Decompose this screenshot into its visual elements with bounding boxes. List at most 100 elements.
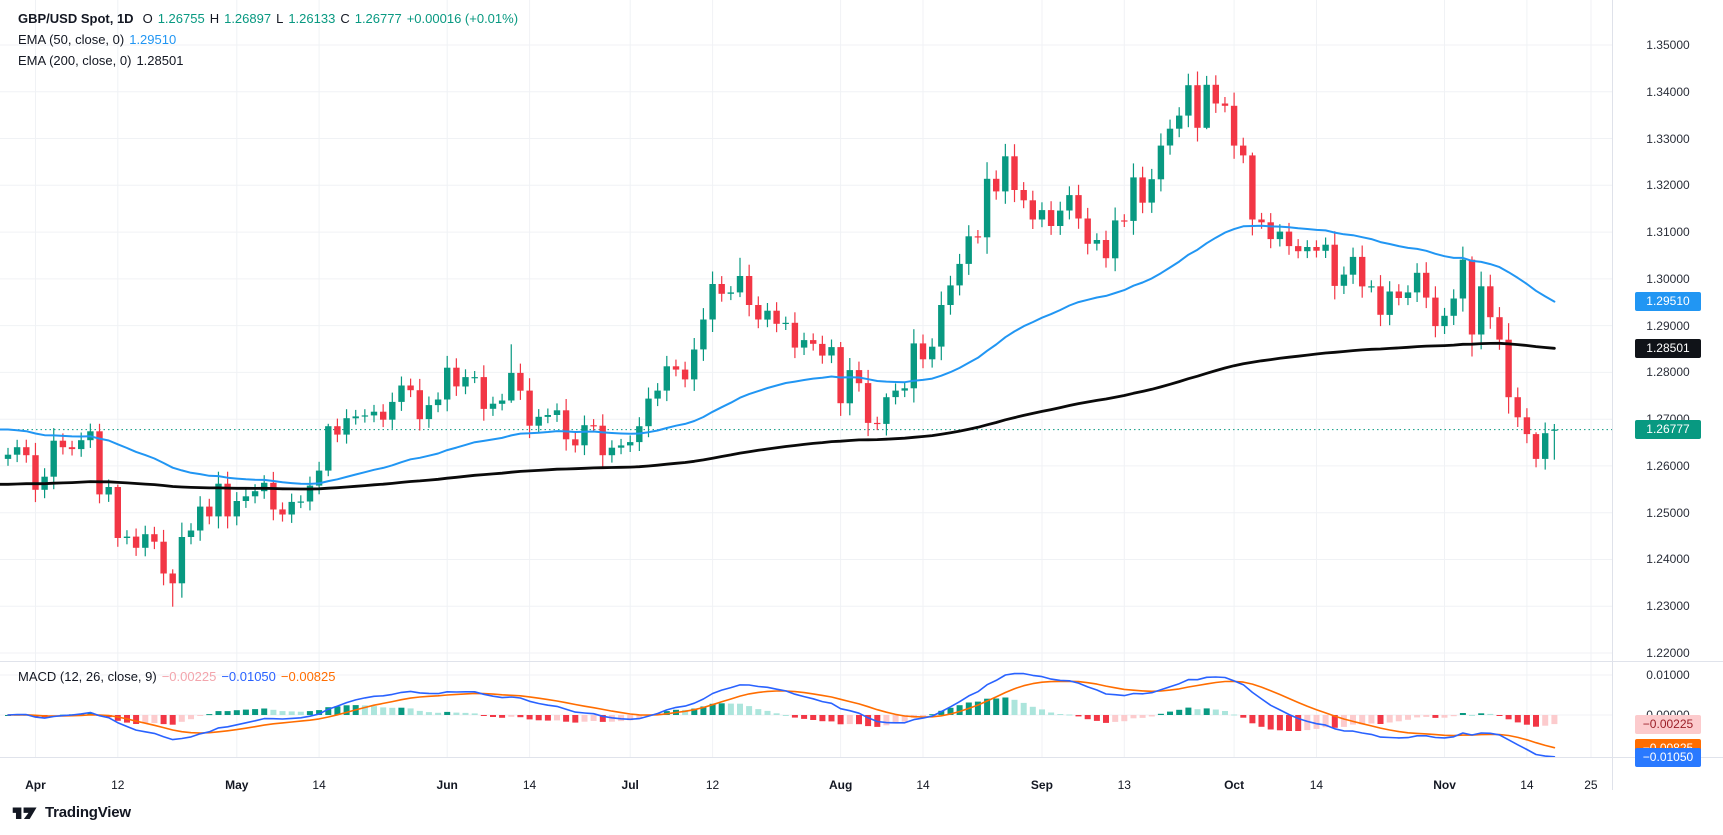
candle xyxy=(1413,263,1421,302)
candle xyxy=(242,489,250,508)
macd-hist-bar xyxy=(206,714,213,716)
candle xyxy=(1139,166,1146,214)
macd-hist-bar xyxy=(288,711,295,715)
symbol-legend-row[interactable]: GBP/USD Spot, 1D O 1.26755 H 1.26897 L 1.26… xyxy=(18,8,518,29)
low-value: 1.26133 xyxy=(288,11,336,26)
ema200-value: 1.28501 xyxy=(136,53,184,68)
price-axis[interactable]: 1.35000 1.34000 1.33000 1.32000 1.31000 1.300… xyxy=(1613,0,1723,790)
candle xyxy=(727,286,734,301)
macd-hist-bar xyxy=(737,703,743,715)
macd-hist-bar xyxy=(1478,713,1485,715)
tradingview-logo-icon xyxy=(12,806,37,819)
macd-hist-bar xyxy=(526,715,533,720)
candle xyxy=(160,529,167,586)
macd-hist-bar xyxy=(846,715,853,725)
macd-legend: MACD (12, 26, close, 9) −0.00225 −0.0105… xyxy=(18,666,336,687)
time-axis[interactable]: Apr 12 May 14 Jun 14 Jul 12 Aug 14 Sep 13 Oct 14 Nov 14… xyxy=(0,758,1612,798)
macd-tick-label: 0.01000 xyxy=(1646,668,1690,682)
price-tick-label: 1.35000 xyxy=(1646,38,1690,52)
macd-hist-bar xyxy=(471,713,478,715)
candle xyxy=(938,291,945,361)
macd-hist-bar xyxy=(297,711,304,715)
candle xyxy=(1432,286,1439,338)
macd-hist-bar xyxy=(920,715,926,717)
macd-hist-bar xyxy=(1350,715,1356,725)
macd-hist-bar xyxy=(480,715,487,716)
candle xyxy=(1295,239,1302,259)
close-value: 1.26777 xyxy=(354,11,402,26)
macd-hist-bar xyxy=(1450,715,1457,717)
candle xyxy=(398,376,405,411)
tradingview-attribution[interactable]: TradingView xyxy=(12,800,131,824)
ema200-badge: 1.28501 xyxy=(1635,339,1701,359)
macd-hist-bar xyxy=(819,715,826,722)
macd-hist-bar xyxy=(1240,715,1247,718)
macd-hist-bar xyxy=(252,709,259,715)
candle xyxy=(407,378,414,398)
price-tick-label: 1.30000 xyxy=(1646,271,1690,286)
time-tick-label: 12 xyxy=(705,778,720,792)
candle xyxy=(1423,262,1430,309)
ema50-badge: 1.29510 xyxy=(1635,292,1701,312)
candle xyxy=(297,495,304,509)
macd-hist-bar xyxy=(718,703,725,715)
candle xyxy=(462,369,469,395)
macd-hist-bar xyxy=(1441,715,1448,718)
candle xyxy=(1102,230,1110,268)
candle xyxy=(773,302,780,333)
ema200-legend-row[interactable]: EMA (200, close, 0) 1.28501 xyxy=(18,50,518,71)
price-tick-label: 1.29000 xyxy=(1646,318,1690,333)
price-tick-label: 1.32000 xyxy=(1646,178,1690,193)
candle xyxy=(892,383,899,405)
candle xyxy=(96,423,103,504)
macd-hist-bar xyxy=(1469,714,1475,716)
candle xyxy=(132,528,140,556)
candle xyxy=(1121,214,1128,227)
candle xyxy=(1029,190,1036,229)
change-value: +0.00016 (+0.01%) xyxy=(406,11,519,26)
macd-hist-bar xyxy=(1249,715,1256,724)
macd-hist-bar xyxy=(1157,713,1164,715)
macd-hist-bar xyxy=(828,715,835,722)
candle xyxy=(1542,422,1549,470)
candle xyxy=(672,359,680,377)
candle xyxy=(4,447,12,466)
candle xyxy=(947,275,954,315)
macd-hist-bar xyxy=(1075,715,1082,717)
macd-hist-value: −0.00225 xyxy=(161,669,217,684)
macd-hist-bar xyxy=(1258,715,1265,727)
time-tick-label: 14 xyxy=(522,778,537,792)
candle xyxy=(810,333,817,351)
candle xyxy=(1075,184,1082,229)
candle xyxy=(1240,137,1247,164)
candle xyxy=(828,339,835,364)
price-pane[interactable] xyxy=(0,0,1612,662)
macd-legend-row[interactable]: MACD (12, 26, close, 9) −0.00225 −0.0105… xyxy=(18,666,336,687)
time-tick-label: 14 xyxy=(312,778,326,792)
time-tick-label: Jul xyxy=(621,778,639,792)
candle xyxy=(965,225,972,275)
ema50-legend-row[interactable]: EMA (50, close, 0) 1.29510 xyxy=(18,29,518,50)
candle xyxy=(1267,213,1274,249)
macd-hist-bar xyxy=(856,715,862,725)
macd-hist-bar xyxy=(306,711,313,715)
macd-line-badge: −0.01050 xyxy=(1635,747,1701,767)
macd-hist-bar xyxy=(1130,715,1137,719)
macd-hist-bar xyxy=(773,713,780,715)
candle xyxy=(581,415,588,456)
candle xyxy=(901,381,908,398)
macd-hist-bar xyxy=(270,709,277,715)
candle xyxy=(32,442,39,503)
candle xyxy=(1212,75,1219,113)
macd-hist-bar xyxy=(197,715,204,716)
candle xyxy=(654,383,661,407)
ema50-label: EMA (50, close, 0) xyxy=(18,32,125,47)
macd-hist-bar xyxy=(1405,715,1411,720)
macd-hist-bar xyxy=(544,715,551,721)
candle xyxy=(544,408,551,424)
pane-separator[interactable] xyxy=(0,661,1723,662)
candle xyxy=(1047,201,1055,235)
macd-hist-bar xyxy=(261,708,268,715)
candle xyxy=(791,312,799,359)
candle xyxy=(151,526,158,550)
